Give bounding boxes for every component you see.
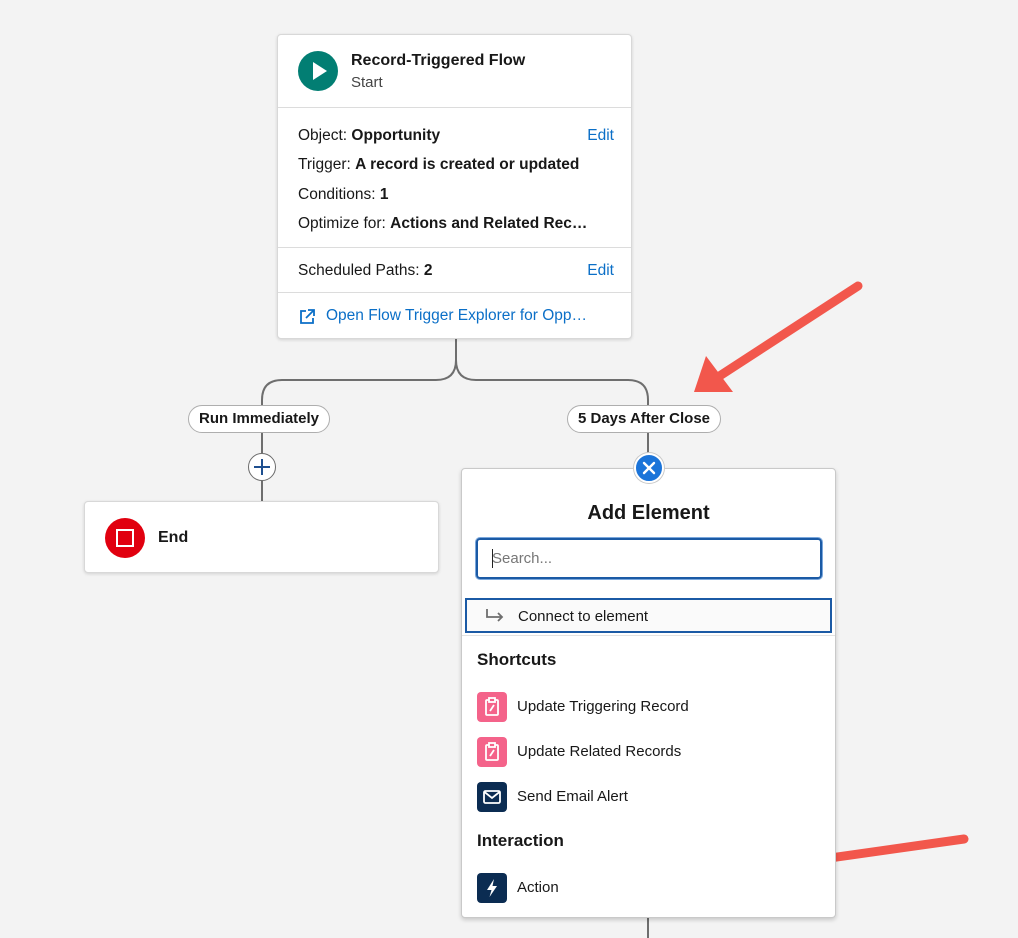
conditions-row: Conditions: 1 <box>298 186 389 203</box>
end-label: End <box>158 529 189 546</box>
menu-item-label: Send Email Alert <box>517 788 628 805</box>
menu-item-update-triggering-record[interactable]: Update Triggering Record <box>477 692 817 722</box>
path-label-run-immediately[interactable]: Run Immediately <box>188 405 331 433</box>
trigger-value: A record is created or updated <box>355 156 580 173</box>
menu-item-label: Action <box>517 879 559 896</box>
conditions-value: 1 <box>379 186 389 203</box>
section-interaction-title: Interaction <box>477 831 564 850</box>
start-card-details: Object: Opportunity Edit Trigger: A reco… <box>278 108 631 248</box>
start-element-card[interactable]: Record-Triggered Flow Start Object: Oppo… <box>277 34 632 339</box>
connect-to-element-label: Connect to element <box>518 608 649 625</box>
object-row: Object: Opportunity <box>298 127 441 144</box>
flow-trigger-explorer-link[interactable]: Open Flow Trigger Explorer for Opp… <box>326 307 587 325</box>
connect-arrow-icon <box>484 607 506 630</box>
popup-title: Add Element <box>587 502 710 524</box>
menu-item-action[interactable]: Action <box>477 873 817 903</box>
add-element-button[interactable] <box>248 453 276 481</box>
scheduled-paths-value: 2 <box>423 262 433 279</box>
plus-icon <box>254 459 270 475</box>
close-icon <box>642 461 656 475</box>
section-shortcuts-title: Shortcuts <box>477 650 557 669</box>
menu-item-label: Update Related Records <box>517 743 682 760</box>
optimize-row: Optimize for: Actions and Related Rec… <box>298 215 588 232</box>
annotation-arrow-top <box>694 281 863 392</box>
edit-trigger-link[interactable]: Edit <box>587 127 614 145</box>
text-caret <box>492 549 493 568</box>
divider <box>462 635 835 636</box>
close-add-element-button[interactable] <box>634 453 664 483</box>
scheduled-paths-section: Scheduled Paths: 2 Edit <box>278 248 631 293</box>
connect-to-element-option[interactable]: Connect to element <box>465 598 832 633</box>
optimize-value: Actions and Related Rec… <box>390 215 588 232</box>
object-value: Opportunity <box>351 127 441 144</box>
end-element-card[interactable]: End <box>84 501 439 573</box>
search-field[interactable] <box>476 538 822 579</box>
trigger-explorer-section: Open Flow Trigger Explorer for Opp… <box>278 293 631 339</box>
start-card-header: Record-Triggered Flow Start <box>278 35 631 108</box>
trigger-row: Trigger: A record is created or updated <box>298 156 580 173</box>
external-link-icon <box>298 308 316 331</box>
menu-item-label: Update Triggering Record <box>517 698 689 715</box>
path-label-5-days-after-close[interactable]: 5 Days After Close <box>567 405 721 433</box>
play-icon <box>298 51 338 91</box>
stop-icon <box>105 518 145 558</box>
clipboard-edit-icon <box>477 692 507 722</box>
lightning-icon <box>477 873 507 903</box>
search-input[interactable] <box>478 540 820 577</box>
menu-item-update-related-records[interactable]: Update Related Records <box>477 737 817 767</box>
menu-item-send-email-alert[interactable]: Send Email Alert <box>477 782 817 812</box>
email-icon <box>477 782 507 812</box>
scheduled-paths-row: Scheduled Paths: 2 <box>298 262 433 279</box>
edit-scheduled-paths-link[interactable]: Edit <box>587 262 614 280</box>
clipboard-edit-icon <box>477 737 507 767</box>
add-element-popup: Add Element Connect to element Shortcuts… <box>461 468 836 918</box>
start-title: Record-Triggered Flow <box>351 52 526 69</box>
start-subtitle: Start <box>351 74 383 91</box>
